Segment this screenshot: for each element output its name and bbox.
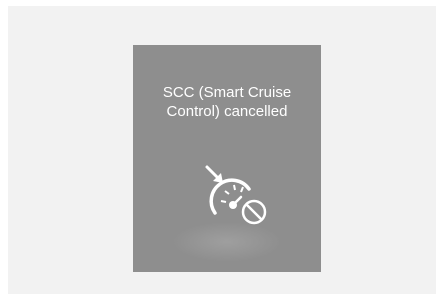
cancel-icon	[241, 199, 267, 225]
status-message-line-1: SCC (Smart Cruise	[162, 84, 292, 101]
cluster-display: SCC (Smart Cruise Control) cancelled	[133, 45, 321, 272]
status-message-line-2: Control) cancelled	[166, 103, 288, 120]
status-message: SCC (Smart Cruise Control) cancelled	[133, 83, 321, 121]
arrow-icon	[205, 165, 223, 183]
smart-cruise-control-cancelled-icon	[205, 165, 267, 225]
